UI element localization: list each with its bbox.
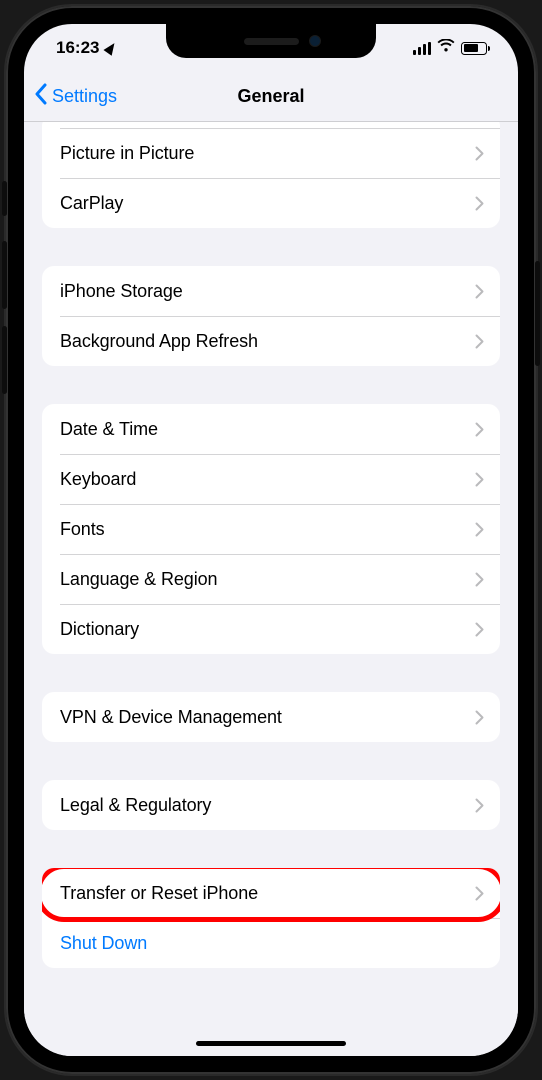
- chevron-right-icon: [475, 572, 484, 587]
- phone-side-button: [535, 261, 540, 366]
- chevron-right-icon: [475, 334, 484, 349]
- settings-content[interactable]: Picture in Picture CarPlay iPhone Storage B…: [24, 122, 518, 1056]
- row-carplay[interactable]: CarPlay: [42, 178, 500, 228]
- status-right: [413, 38, 490, 58]
- phone-silence-switch: [2, 181, 7, 216]
- chevron-right-icon: [475, 422, 484, 437]
- settings-group: Transfer or Reset iPhone Shut Down: [42, 868, 500, 968]
- row-shut-down[interactable]: Shut Down: [42, 918, 500, 968]
- chevron-right-icon: [475, 284, 484, 299]
- notch-camera: [309, 35, 321, 47]
- row-background-app-refresh[interactable]: Background App Refresh: [42, 316, 500, 366]
- row-label: Language & Region: [60, 569, 217, 590]
- row-transfer-reset[interactable]: Transfer or Reset iPhone: [42, 868, 500, 918]
- row-label: VPN & Device Management: [60, 707, 282, 728]
- row-label: Date & Time: [60, 419, 158, 440]
- row-date-time[interactable]: Date & Time: [42, 404, 500, 454]
- settings-group: Picture in Picture CarPlay: [42, 122, 500, 228]
- row-legal-regulatory[interactable]: Legal & Regulatory: [42, 780, 500, 830]
- row-label: Dictionary: [60, 619, 139, 640]
- chevron-right-icon: [475, 522, 484, 537]
- phone-frame: 16:23 Setting: [6, 6, 536, 1074]
- row-label: Picture in Picture: [60, 143, 194, 164]
- battery-icon: [461, 42, 490, 55]
- row-label: Background App Refresh: [60, 331, 258, 352]
- location-services-icon: [104, 40, 119, 56]
- home-indicator[interactable]: [196, 1041, 346, 1046]
- chevron-right-icon: [475, 886, 484, 901]
- nav-bar: Settings General: [24, 72, 518, 122]
- row-label: Fonts: [60, 519, 105, 540]
- chevron-right-icon: [475, 710, 484, 725]
- row-fonts[interactable]: Fonts: [42, 504, 500, 554]
- back-label: Settings: [52, 86, 117, 107]
- row-picture-in-picture[interactable]: Picture in Picture: [42, 128, 500, 178]
- row-label: Keyboard: [60, 469, 136, 490]
- chevron-right-icon: [475, 196, 484, 211]
- row-dictionary[interactable]: Dictionary: [42, 604, 500, 654]
- row-label: iPhone Storage: [60, 281, 183, 302]
- row-label: Transfer or Reset iPhone: [60, 883, 258, 904]
- chevron-right-icon: [475, 146, 484, 161]
- screen: 16:23 Setting: [24, 24, 518, 1056]
- settings-group: VPN & Device Management: [42, 692, 500, 742]
- row-vpn-device-mgmt[interactable]: VPN & Device Management: [42, 692, 500, 742]
- back-button[interactable]: Settings: [24, 83, 117, 110]
- chevron-right-icon: [475, 472, 484, 487]
- cellular-signal-icon: [413, 42, 431, 55]
- row-language-region[interactable]: Language & Region: [42, 554, 500, 604]
- chevron-right-icon: [475, 798, 484, 813]
- settings-group: iPhone Storage Background App Refresh: [42, 266, 500, 366]
- status-time: 16:23: [56, 38, 99, 58]
- settings-group: Date & Time Keyboard Fonts Language & Regio…: [42, 404, 500, 654]
- phone-volume-down: [2, 326, 7, 394]
- notch-speaker: [244, 38, 299, 45]
- row-label: CarPlay: [60, 193, 123, 214]
- notch: [166, 24, 376, 58]
- row-keyboard[interactable]: Keyboard: [42, 454, 500, 504]
- settings-group: Legal & Regulatory: [42, 780, 500, 830]
- status-left: 16:23: [56, 38, 116, 58]
- phone-volume-up: [2, 241, 7, 309]
- wifi-icon: [437, 38, 455, 58]
- row-label: Shut Down: [60, 933, 147, 954]
- chevron-right-icon: [475, 622, 484, 637]
- chevron-left-icon: [34, 83, 48, 110]
- row-iphone-storage[interactable]: iPhone Storage: [42, 266, 500, 316]
- row-label: Legal & Regulatory: [60, 795, 211, 816]
